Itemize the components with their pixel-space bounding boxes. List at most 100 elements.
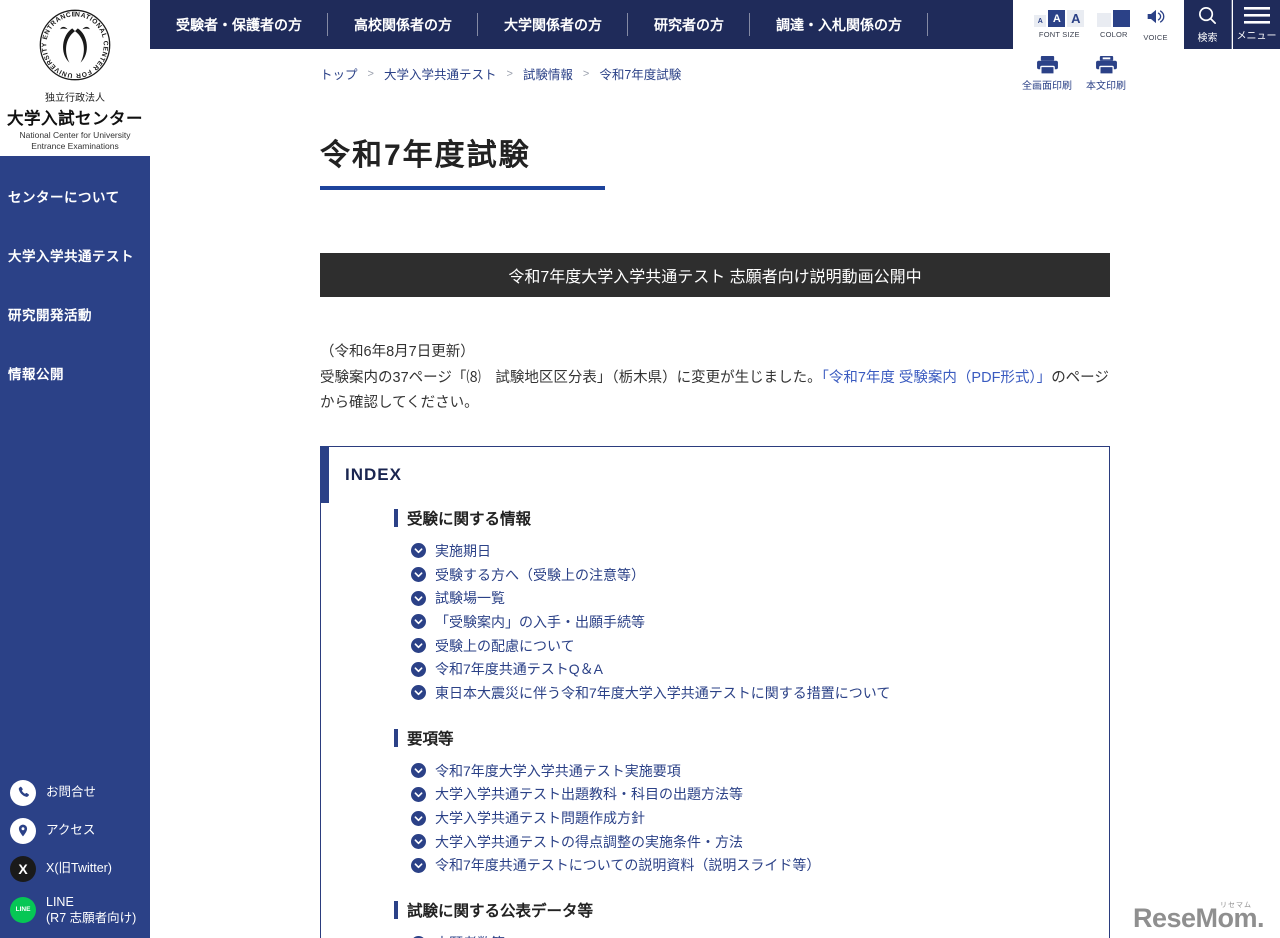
chevron-down-circle-icon bbox=[411, 662, 426, 677]
chevron-down-circle-icon bbox=[411, 787, 426, 802]
font-size-medium-button[interactable]: A bbox=[1048, 10, 1065, 27]
color-control: COLOR bbox=[1097, 10, 1130, 39]
exam-guide-pdf-link[interactable]: 「令和7年度 受験案内（PDF形式）」 bbox=[822, 370, 1052, 386]
update-notice: （令和6年8月7日更新） 受験案内の37ページ「⑻ 試験地区区分表」（栃木県）に… bbox=[320, 340, 1110, 417]
access-link[interactable]: アクセス bbox=[10, 818, 136, 844]
index-section-guidelines: 要項等 令和7年度大学入学共通テスト実施要項 大学入学共通テスト出題教科・科目の… bbox=[394, 727, 1085, 877]
chevron-down-circle-icon bbox=[411, 858, 426, 873]
line-link[interactable]: LINE LINE (R7 志願者向け) bbox=[10, 894, 136, 927]
font-size-small-button[interactable]: A bbox=[1034, 15, 1046, 27]
index-accent-bar bbox=[320, 446, 329, 503]
color-light-button[interactable] bbox=[1097, 13, 1111, 27]
chevron-down-circle-icon bbox=[411, 834, 426, 849]
breadcrumb-top[interactable]: トップ bbox=[320, 64, 358, 83]
printer-body-icon bbox=[1095, 56, 1118, 75]
chevron-down-circle-icon bbox=[411, 763, 426, 778]
font-size-control: A A A FONT SIZE bbox=[1034, 10, 1084, 39]
sidebar-item-common-test[interactable]: 大学入学共通テスト bbox=[0, 245, 150, 265]
index-link-exam-dates[interactable]: 実施期日 bbox=[411, 539, 1085, 563]
breadcrumb-common-test[interactable]: 大学入学共通テスト bbox=[384, 64, 497, 83]
index-link-accommodations[interactable]: 受験上の配慮について bbox=[411, 634, 1085, 658]
hamburger-menu-icon bbox=[1244, 7, 1270, 24]
index-link-earthquake-measures[interactable]: 東日本大震災に伴う令和7年度大学入学共通テストに関する措置について bbox=[411, 681, 1085, 705]
chevron-down-circle-icon bbox=[411, 685, 426, 700]
breadcrumb-separator: > bbox=[506, 68, 512, 80]
voice-control: VOICE bbox=[1143, 8, 1167, 42]
index-link-applicant-numbers[interactable]: 志願者数等 bbox=[411, 931, 1085, 938]
index-link-subjects-methods[interactable]: 大学入学共通テスト出題教科・科目の出題方法等 bbox=[411, 783, 1085, 807]
voice-label: VOICE bbox=[1143, 33, 1167, 42]
sidebar-nav: センターについて 大学入学共通テスト 研究開発活動 情報公開 bbox=[0, 156, 150, 422]
x-twitter-label: X(旧Twitter) bbox=[46, 860, 112, 876]
watermark-ruby: リセマム bbox=[1220, 900, 1252, 910]
access-label: アクセス bbox=[46, 822, 95, 838]
org-seal-icon: NATIONAL CENTER FOR UNIVERSITY ENTRANCE … bbox=[38, 8, 112, 82]
sidebar: NATIONAL CENTER FOR UNIVERSITY ENTRANCE … bbox=[0, 0, 150, 938]
breadcrumb-separator: > bbox=[368, 68, 374, 80]
notice-text: 受験案内の37ページ「⑻ 試験地区区分表」（栃木県）に変更が生じました。「令和7… bbox=[320, 366, 1110, 417]
breadcrumb-separator: > bbox=[583, 68, 589, 80]
index-link-explanation-materials[interactable]: 令和7年度共通テストについての説明資料（説明スライド等） bbox=[411, 854, 1085, 878]
nav-university[interactable]: 大学関係者の方 bbox=[478, 0, 628, 49]
org-name-en: National Center for University Entrance … bbox=[0, 130, 150, 152]
phone-icon bbox=[10, 780, 36, 806]
menu-button-label: メニュー bbox=[1237, 27, 1277, 42]
breadcrumb-current: 令和7年度試験 bbox=[599, 64, 681, 83]
print-fullscreen-button[interactable]: 全画面印刷 bbox=[1022, 56, 1072, 92]
sidebar-item-research[interactable]: 研究開発活動 bbox=[0, 304, 150, 324]
font-size-label: FONT SIZE bbox=[1034, 30, 1084, 39]
index-link-question-policy[interactable]: 大学入学共通テスト問題作成方針 bbox=[411, 806, 1085, 830]
print-tools: 全画面印刷 本文印刷 bbox=[1022, 56, 1126, 92]
search-button[interactable]: 検索 bbox=[1184, 0, 1232, 49]
index-link-score-adjustment[interactable]: 大学入学共通テストの得点調整の実施条件・方法 bbox=[411, 830, 1085, 854]
print-body-button[interactable]: 本文印刷 bbox=[1086, 56, 1126, 92]
index-section-exam-info: 受験に関する情報 実施期日 受験する方へ（受験上の注意等） 試験場一覧 「受 bbox=[394, 507, 1085, 705]
chevron-down-circle-icon bbox=[411, 543, 426, 558]
index-link-qa[interactable]: 令和7年度共通テストQ＆A bbox=[411, 657, 1085, 681]
section-marker bbox=[394, 901, 398, 919]
chevron-down-circle-icon bbox=[411, 567, 426, 582]
org-logo[interactable]: NATIONAL CENTER FOR UNIVERSITY ENTRANCE … bbox=[0, 0, 150, 156]
index-link-for-examinees[interactable]: 受験する方へ（受験上の注意等） bbox=[411, 563, 1085, 587]
section-heading: 試験に関する公表データ等 bbox=[394, 899, 1085, 921]
index-link-test-sites[interactable]: 試験場一覧 bbox=[411, 586, 1085, 610]
section-heading: 要項等 bbox=[394, 727, 1085, 749]
color-dark-button[interactable] bbox=[1113, 10, 1130, 27]
chevron-down-circle-icon bbox=[411, 591, 426, 606]
index-section-published-data: 試験に関する公表データ等 志願者数等 bbox=[394, 899, 1085, 938]
speaker-icon[interactable] bbox=[1146, 8, 1166, 25]
section-heading: 受験に関する情報 bbox=[394, 507, 1085, 529]
chevron-down-circle-icon bbox=[411, 614, 426, 629]
nav-examinees[interactable]: 受験者・保護者の方 bbox=[150, 0, 328, 49]
menu-button[interactable]: メニュー bbox=[1233, 0, 1280, 49]
nav-researchers[interactable]: 研究者の方 bbox=[628, 0, 750, 49]
index-link-implementation-guidelines[interactable]: 令和7年度大学入学共通テスト実施要項 bbox=[411, 759, 1085, 783]
resemom-watermark: リセマム ReseMom. bbox=[1133, 903, 1264, 934]
font-size-large-button[interactable]: A bbox=[1067, 10, 1084, 27]
sidebar-footer: お問合せ アクセス X X(旧Twitter) LINE LINE (R7 志願… bbox=[10, 768, 136, 927]
accessibility-controls: A A A FONT SIZE COLOR VOICE bbox=[1018, 0, 1184, 49]
line-label: LINE (R7 志願者向け) bbox=[46, 894, 136, 927]
print-fullscreen-label: 全画面印刷 bbox=[1022, 77, 1072, 92]
contact-label: お問合せ bbox=[46, 784, 96, 800]
printer-icon bbox=[1036, 56, 1059, 75]
contact-link[interactable]: お問合せ bbox=[10, 780, 136, 806]
x-twitter-link[interactable]: X X(旧Twitter) bbox=[10, 856, 136, 882]
sidebar-item-disclosure[interactable]: 情報公開 bbox=[0, 363, 150, 383]
section-marker bbox=[394, 729, 398, 747]
nav-high-school[interactable]: 高校関係者の方 bbox=[328, 0, 478, 49]
org-type-label: 独立行政法人 bbox=[0, 89, 150, 104]
index-title: INDEX bbox=[345, 465, 1085, 485]
breadcrumb: トップ > 大学入学共通テスト > 試験情報 > 令和7年度試験 bbox=[320, 64, 681, 83]
color-label: COLOR bbox=[1097, 30, 1130, 39]
sidebar-item-about[interactable]: センターについて bbox=[0, 186, 150, 206]
global-nav: 受験者・保護者の方 高校関係者の方 大学関係者の方 研究者の方 調達・入札関係の… bbox=[150, 0, 1013, 49]
index-link-guide-application[interactable]: 「受験案内」の入手・出願手続等 bbox=[411, 610, 1085, 634]
line-icon: LINE bbox=[10, 897, 36, 923]
index-box: INDEX 受験に関する情報 実施期日 受験する方へ（受験上の注意等） bbox=[320, 446, 1110, 938]
announcement-banner: 令和7年度大学入学共通テスト 志願者向け説明動画公開中 bbox=[320, 253, 1110, 297]
breadcrumb-exam-info[interactable]: 試験情報 bbox=[523, 64, 573, 83]
search-icon bbox=[1197, 5, 1218, 26]
update-date: （令和6年8月7日更新） bbox=[320, 340, 1110, 366]
nav-procurement[interactable]: 調達・入札関係の方 bbox=[750, 0, 928, 49]
